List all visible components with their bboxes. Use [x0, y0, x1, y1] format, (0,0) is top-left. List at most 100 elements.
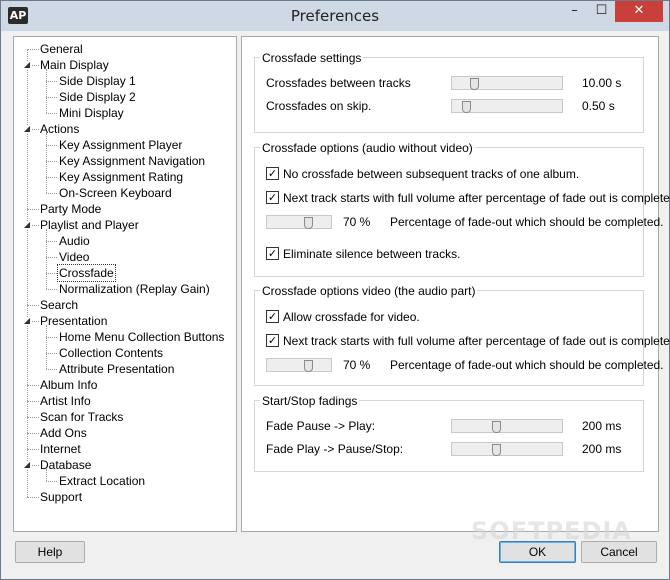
checkbox-box[interactable]: ✓: [266, 334, 279, 347]
tree-connector-line: [46, 241, 57, 242]
checkbox-box[interactable]: ✓: [266, 167, 279, 180]
between-tracks-value: 10.00 s: [582, 76, 622, 90]
tree-item-label: Collection Contents: [59, 346, 164, 360]
checkbox-box[interactable]: ✓: [266, 247, 279, 260]
tree-item-label: Database: [40, 458, 92, 472]
tree-item-label: Attribute Presentation: [59, 362, 175, 376]
slider-thumb[interactable]: [492, 421, 501, 433]
play-pause-slider[interactable]: [451, 442, 563, 456]
group-title: Crossfade options video (the audio part): [260, 283, 478, 299]
tree-connector-line: [27, 49, 39, 50]
tree-connector-line: [27, 433, 39, 434]
tree-connector-line: [46, 81, 57, 82]
play-pause-label: Fade Play -> Pause/Stop:: [266, 442, 404, 456]
minimize-button[interactable]: –: [561, 1, 588, 22]
help-button[interactable]: Help: [15, 541, 85, 563]
tree-connector-line: [46, 289, 57, 290]
tree-connector-line: [46, 145, 57, 146]
tree-item-label: Artist Info: [40, 394, 91, 408]
tree-item-label: Video: [59, 250, 90, 264]
dialog-client-area: General ◢ Main Display Side Display 1 Side D…: [8, 31, 670, 573]
maximize-button[interactable]: ☐: [588, 1, 615, 22]
tree-item-label: On-Screen Keyboard: [59, 186, 172, 200]
tree-connector-line: [46, 353, 57, 354]
tree-item-label: Home Menu Collection Buttons: [59, 330, 225, 344]
tree-item-label: Audio: [59, 234, 90, 248]
tree-connector-line: [27, 385, 39, 386]
tree-item-label: Main Display: [40, 58, 109, 72]
group-title: Start/Stop fadings: [260, 393, 360, 409]
tree-item-label: Side Display 2: [59, 90, 136, 104]
tree-expander-icon[interactable]: ◢: [23, 317, 31, 325]
tree-connector-line: [27, 449, 39, 450]
tree-item-label: Presentation: [40, 314, 108, 328]
tree-expander-icon[interactable]: ◢: [23, 461, 31, 469]
tree-item-label: Normalization (Replay Gain): [59, 282, 210, 296]
tree-item-label: Scan for Tracks: [40, 410, 124, 424]
on-skip-label: Crossfades on skip.: [266, 99, 372, 113]
tree-item-label: Key Assignment Navigation: [59, 154, 206, 168]
play-pause-value: 200 ms: [582, 442, 622, 456]
tree-connector-line: [46, 257, 57, 258]
slider-thumb[interactable]: [492, 444, 501, 456]
video-percentage-label: Percentage of fade-out which should be c…: [390, 358, 664, 372]
tree-connector-line: [27, 305, 39, 306]
tree-connector-line: [46, 177, 57, 178]
tree-item-label: Internet: [40, 442, 81, 456]
tree-item-label: Party Mode: [40, 202, 102, 216]
tree-item-label: Key Assignment Rating: [59, 170, 184, 184]
tree-item-label: Mini Display: [59, 106, 124, 120]
crossfade-video-options-group: Crossfade options video (the audio part)…: [254, 283, 670, 386]
crossfade-settings-group: Crossfade settings Crossfades between tr…: [254, 50, 644, 133]
audio-percentage-slider[interactable]: [266, 215, 332, 229]
tree-connector-line: [46, 481, 57, 482]
tree-item-label: Support: [40, 490, 83, 504]
pause-play-slider[interactable]: [451, 419, 563, 433]
tree-expander-icon[interactable]: ◢: [23, 221, 31, 229]
tree-connector-line: [46, 369, 57, 370]
tree-connector-line: [46, 273, 57, 274]
tree-item-label: Playlist and Player: [40, 218, 139, 232]
checkbox-box[interactable]: ✓: [266, 191, 279, 204]
video-percentage-slider[interactable]: [266, 358, 332, 372]
checkbox-label: Next track starts with full volume after…: [283, 191, 670, 205]
tree-item-label: Key Assignment Player: [59, 138, 183, 152]
tree-item-label: Search: [40, 298, 79, 312]
slider-thumb[interactable]: [304, 360, 313, 372]
tree-connector-line: [46, 133, 47, 193]
tree-connector-line: [27, 417, 39, 418]
pause-play-value: 200 ms: [582, 419, 622, 433]
tree-item-label: Actions: [40, 122, 80, 136]
slider-thumb[interactable]: [304, 217, 313, 229]
tree-connector-line: [46, 161, 57, 162]
tree-connector-line: [46, 113, 57, 114]
preferences-tree[interactable]: General ◢ Main Display Side Display 1 Side D…: [13, 36, 237, 532]
close-button[interactable]: ✕: [615, 1, 663, 22]
title-bar[interactable]: AP Preferences – ☐ ✕: [1, 1, 669, 31]
tree-item-label: General: [40, 42, 83, 56]
tree-connector-line: [46, 97, 57, 98]
on-skip-slider[interactable]: [451, 99, 563, 113]
checkbox-label: Next track starts with full volume after…: [283, 334, 670, 348]
slider-thumb[interactable]: [462, 101, 471, 113]
audio-percentage-value: 70 %: [343, 215, 371, 229]
on-skip-value: 0.50 s: [582, 99, 615, 113]
group-title: Crossfade settings: [260, 50, 364, 66]
tree-connector-line: [46, 325, 47, 369]
tree-item-label: Side Display 1: [59, 74, 136, 88]
checkbox-box[interactable]: ✓: [266, 310, 279, 323]
tree-item-label: Add Ons: [40, 426, 87, 440]
tree-item-label: Extract Location: [59, 474, 146, 488]
checkbox-label: Allow crossfade for video.: [283, 310, 420, 324]
group-title: Crossfade options (audio without video): [260, 140, 475, 156]
pause-play-label: Fade Pause -> Play:: [266, 419, 376, 433]
tree-connector-line: [27, 209, 39, 210]
tree-expander-icon[interactable]: ◢: [23, 125, 31, 133]
tree-connector-line: [27, 49, 28, 497]
slider-thumb[interactable]: [470, 78, 479, 90]
tree-connector-line: [46, 69, 47, 113]
tree-connector-line: [46, 229, 47, 289]
between-tracks-slider[interactable]: [451, 76, 563, 90]
checkbox-label: Eliminate silence between tracks.: [283, 247, 461, 261]
tree-expander-icon[interactable]: ◢: [23, 61, 31, 69]
